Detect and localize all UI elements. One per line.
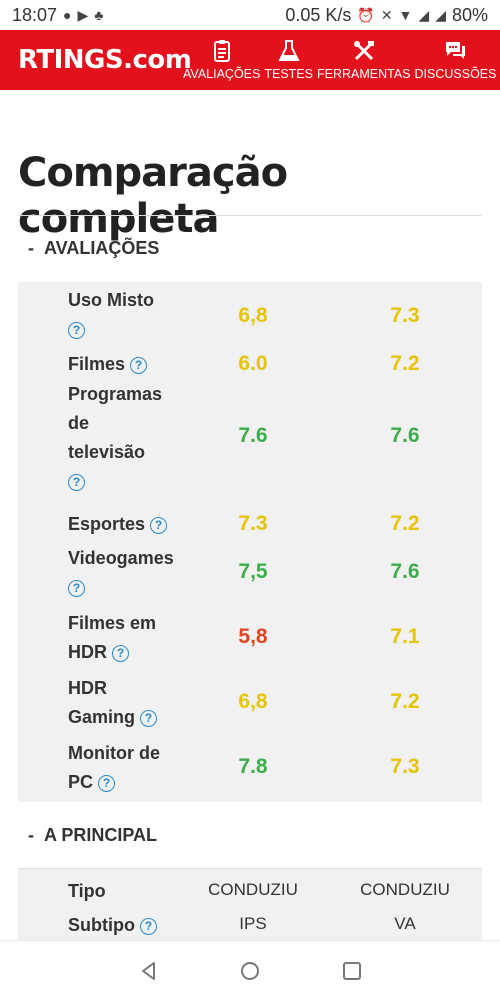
score-a: 6,8	[238, 690, 268, 713]
reviews-table: Uso Misto ? 6,8 7.3 Filmes ? 6.0 7.2 Pro…	[18, 282, 482, 802]
score-b: 7.2	[390, 352, 420, 375]
recents-icon[interactable]	[342, 961, 362, 981]
main-content: Comparação completa - AVALIAÇÕES Uso Mis…	[0, 90, 500, 940]
score-b: 7.3	[390, 304, 420, 327]
status-bar: 18:07 ● ▶ ♣ 0.05 K/s ⏰ ✕ ▼ ◢ ◢ 80%	[0, 0, 500, 30]
help-icon[interactable]: ?	[68, 473, 85, 491]
clipboard-icon	[213, 40, 230, 62]
nav-label: DISCUSSÕES	[414, 67, 497, 81]
network-speed: 0.05 K/s	[285, 4, 352, 25]
page-title: Comparação completa	[18, 150, 288, 242]
section-title: A PRINCIPAL	[44, 825, 158, 845]
spec-value-b: CONDUZIU	[360, 880, 450, 899]
messenger-icon: ●	[63, 7, 72, 23]
score-b: 7.3	[390, 755, 420, 778]
tools-icon	[353, 41, 374, 61]
row-label: Esportes ?	[68, 510, 178, 539]
section-title: AVALIAÇÕES	[44, 238, 160, 258]
nav-label: FERRAMENTAS	[316, 67, 411, 81]
mute-icon: ✕	[380, 6, 393, 23]
nav-label: TESTES	[264, 67, 313, 81]
score-b: 7.2	[390, 690, 420, 713]
alarm-icon: ⏰	[357, 6, 375, 23]
chat-icon	[446, 42, 466, 59]
score-a: 6,8	[238, 304, 268, 327]
row-label: Videogames ?	[68, 548, 174, 597]
row-label: Tipo	[68, 881, 106, 901]
help-icon[interactable]: ?	[150, 516, 168, 534]
battery-level: 80%	[451, 4, 488, 25]
row-label: Monitor de PC ?	[68, 743, 160, 792]
row-label: HDR Gaming ?	[68, 674, 168, 732]
wifi-icon: ▼	[398, 7, 413, 23]
section-header-principal[interactable]: - A PRINCIPAL	[28, 825, 157, 846]
spec-value-b: VA	[394, 914, 416, 933]
divider	[18, 215, 482, 216]
beaker-icon	[278, 40, 300, 61]
signal-icon: ◢	[418, 6, 430, 23]
signal-icon-2: ◢	[435, 6, 446, 23]
row-label: Filmes em HDR ?	[68, 613, 157, 662]
score-a: 7.8	[238, 755, 268, 778]
nav-item-avaliacoes[interactable]: AVALIAÇÕES	[183, 39, 260, 81]
score-b: 7.6	[390, 560, 420, 583]
spec-value-a: IPS	[239, 914, 267, 933]
nav-item-ferramentas[interactable]: FERRAMENTAS	[317, 39, 411, 81]
help-icon[interactable]: ?	[140, 917, 157, 935]
row-label: Programas de televisão ?	[68, 384, 163, 491]
score-b: 7.1	[390, 625, 420, 648]
main-nav: AVALIAÇÕES TESTES FERRAMENTAS DISCUSSÕES	[183, 39, 496, 81]
score-a: 7.3	[238, 512, 268, 535]
row-label: Uso Misto ?	[68, 290, 155, 339]
row-label: Subtipo ?	[68, 911, 178, 940]
back-icon[interactable]	[139, 961, 159, 981]
help-icon[interactable]: ?	[68, 579, 85, 597]
score-a: 5,8	[238, 625, 268, 648]
home-icon[interactable]	[240, 961, 260, 981]
help-icon[interactable]: ?	[112, 644, 130, 662]
section-header-avaliacoes[interactable]: - AVALIAÇÕES	[28, 238, 159, 259]
row-label: Filmes ?	[68, 350, 178, 379]
help-icon[interactable]: ?	[98, 774, 116, 792]
help-icon[interactable]: ?	[68, 321, 85, 339]
status-time: 18:07	[12, 4, 58, 25]
tree-icon: ♣	[94, 7, 104, 23]
score-b: 7.6	[390, 424, 420, 447]
site-header: RTINGS.com AVALIAÇÕES TESTES FERRAMENTAS…	[0, 30, 500, 90]
nav-item-discussoes[interactable]: DISCUSSÕES	[414, 39, 497, 81]
youtube-icon: ▶	[77, 6, 89, 23]
help-icon[interactable]: ?	[130, 356, 148, 374]
system-nav-bar	[0, 940, 500, 1000]
spec-value-a: CONDUZIU	[208, 880, 298, 899]
score-a: 7,5	[238, 560, 268, 583]
collapse-toggle[interactable]: -	[28, 238, 34, 259]
collapse-toggle[interactable]: -	[28, 825, 34, 846]
score-a: 7.6	[238, 424, 268, 447]
nav-item-testes[interactable]: TESTES	[264, 39, 313, 81]
site-logo[interactable]: RTINGS.com	[18, 45, 192, 75]
score-a: 6.0	[238, 352, 268, 375]
help-icon[interactable]: ?	[140, 709, 158, 727]
score-b: 7.2	[390, 512, 420, 535]
nav-label: AVALIAÇÕES	[183, 67, 261, 81]
specs-table: Tipo CONDUZIU CONDUZIU Subtipo ? IPS VA	[18, 869, 482, 940]
